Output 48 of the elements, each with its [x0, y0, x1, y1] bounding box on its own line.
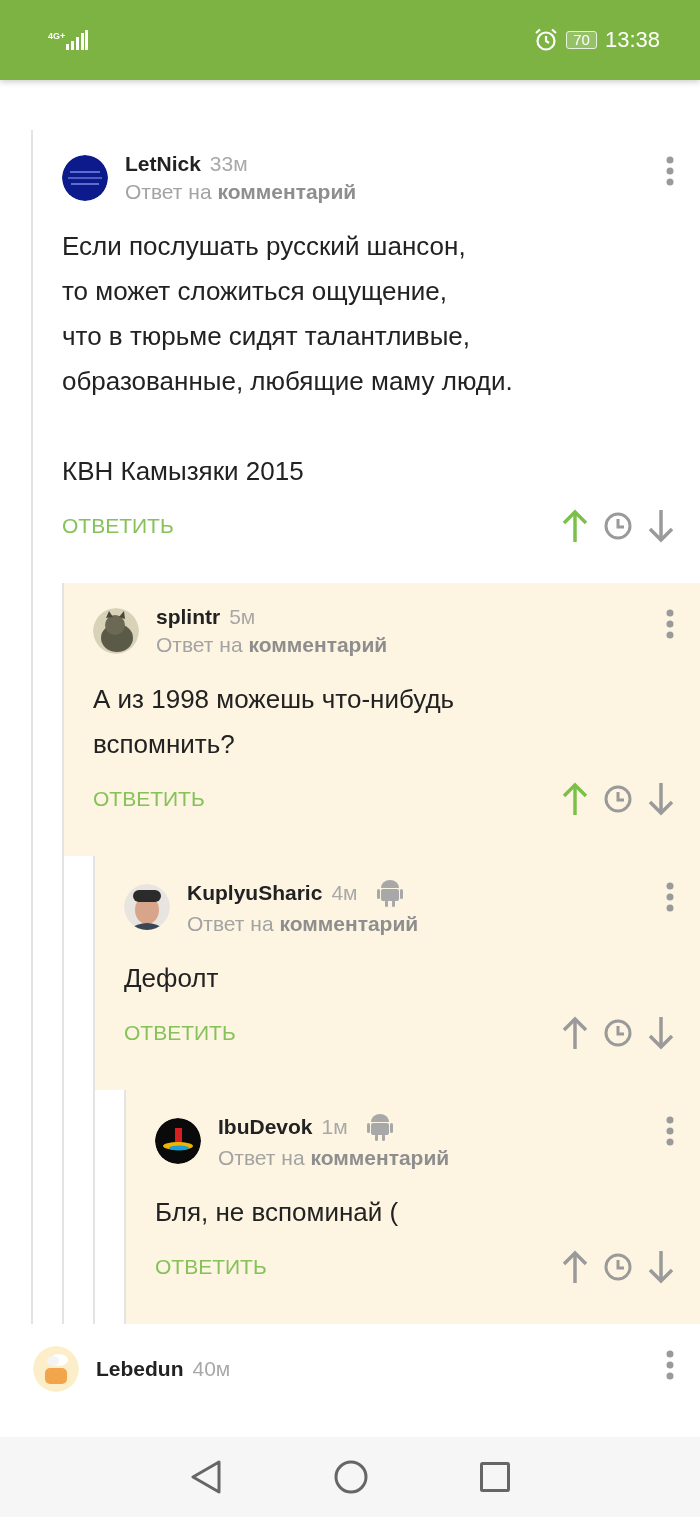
- reply-button[interactable]: ОТВЕТИТЬ: [155, 1255, 267, 1279]
- comment-text: Дефолт: [124, 962, 220, 995]
- more-options-icon[interactable]: [666, 609, 674, 639]
- more-options-icon[interactable]: [666, 882, 674, 912]
- more-options-icon[interactable]: [666, 156, 674, 186]
- comment-time: 1м: [321, 1115, 348, 1139]
- clock-icon[interactable]: [604, 785, 632, 813]
- comment-time: 33м: [209, 152, 248, 176]
- clock-icon[interactable]: [604, 1019, 632, 1047]
- battery-level: 70: [566, 31, 597, 49]
- comment-time: 40м: [192, 1357, 231, 1381]
- downvote-icon[interactable]: [648, 1250, 674, 1284]
- author-name[interactable]: LetNick: [125, 152, 201, 176]
- downvote-icon[interactable]: [648, 782, 674, 816]
- comment-text: А из 1998 можешь что-нибудь вспомнить?: [93, 683, 456, 761]
- clock-icon[interactable]: [604, 1253, 632, 1281]
- more-options-icon[interactable]: [666, 1350, 674, 1380]
- reply-button[interactable]: ОТВЕТИТЬ: [62, 514, 174, 538]
- recents-icon[interactable]: [480, 1462, 510, 1492]
- reply-to-text[interactable]: Ответ на комментарий: [187, 912, 666, 936]
- reply-to-text[interactable]: Ответ на комментарий: [125, 180, 666, 204]
- upvote-icon[interactable]: [562, 1250, 588, 1284]
- comment-text: Если послушать русский шансон, то может сложиться ощущение, что в тюрьме сидят талантливые, образованные, любящие маму люди.: [62, 230, 514, 398]
- comment-text: КВН Камызяки 2015: [62, 455, 305, 488]
- reply-button[interactable]: ОТВЕТИТЬ: [124, 1021, 236, 1045]
- downvote-icon[interactable]: [648, 509, 674, 543]
- network-type: 4G+: [48, 32, 66, 41]
- downvote-icon[interactable]: [648, 1016, 674, 1050]
- upvote-icon[interactable]: [562, 1016, 588, 1050]
- comment-text: Бля, не вспоминай (: [155, 1196, 400, 1229]
- more-options-icon[interactable]: [666, 1116, 674, 1146]
- reply-to-text[interactable]: Ответ на комментарий: [156, 633, 666, 657]
- comment-time: 4м: [331, 881, 358, 905]
- clock-icon[interactable]: [604, 512, 632, 540]
- upvote-icon[interactable]: [562, 782, 588, 816]
- author-name[interactable]: Lebedun: [96, 1357, 184, 1381]
- reply-to-text[interactable]: Ответ на комментарий: [218, 1146, 666, 1170]
- back-icon[interactable]: [190, 1460, 222, 1494]
- upvote-icon[interactable]: [562, 509, 588, 543]
- author-name[interactable]: IbuDevok: [218, 1115, 313, 1139]
- comment-time: 5м: [229, 605, 256, 629]
- home-icon[interactable]: [334, 1460, 368, 1494]
- author-name[interactable]: splintr: [156, 605, 221, 629]
- signal-icon: [66, 30, 89, 50]
- reply-button[interactable]: ОТВЕТИТЬ: [93, 787, 205, 811]
- clock-time: 13:38: [604, 27, 660, 53]
- author-name[interactable]: KuplyuSharic: [187, 881, 323, 905]
- alarm-icon: [534, 28, 559, 52]
